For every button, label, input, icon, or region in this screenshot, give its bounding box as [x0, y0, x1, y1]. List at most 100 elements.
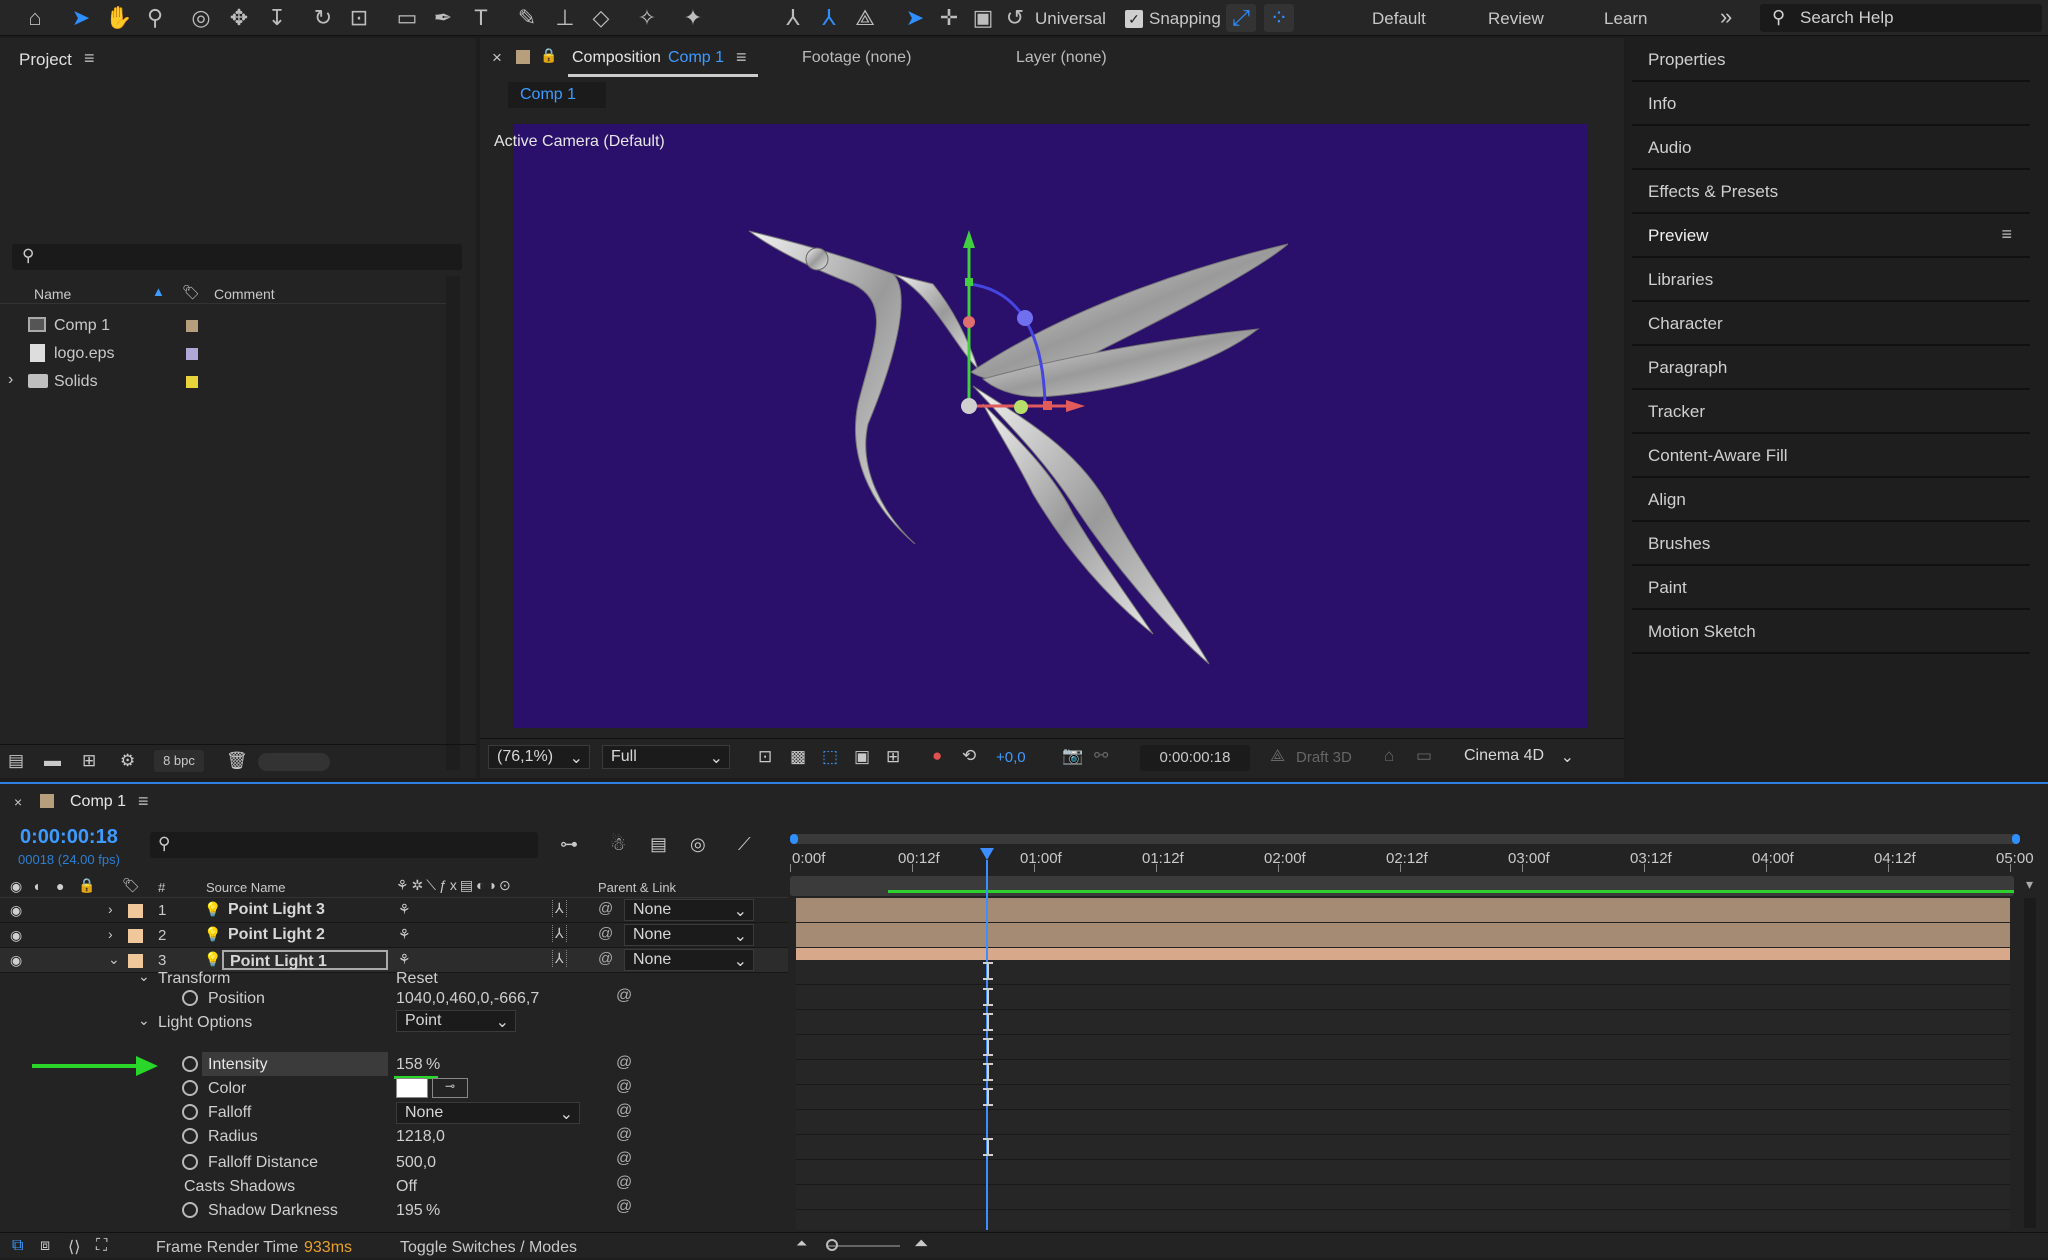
panel-audio[interactable]: Audio [1632, 126, 2030, 170]
stopwatch-icon[interactable] [182, 1056, 198, 1072]
transfer-controls-icon[interactable]: ⧈ [40, 1237, 50, 1255]
universal-scale-icon[interactable]: ▣ [968, 4, 998, 32]
bit-depth-button[interactable]: 8 bpc [154, 750, 204, 772]
project-item-logo[interactable]: logo.eps [0, 341, 470, 369]
panel-preview[interactable]: Preview ≡ [1632, 214, 2030, 258]
playhead-handle[interactable] [980, 848, 994, 860]
column-comment[interactable]: Comment [214, 286, 275, 302]
current-timecode[interactable]: 0:00:00:18 [20, 826, 118, 849]
orbit-tool-icon[interactable]: ◎ [186, 4, 216, 32]
extended-viewer-icon[interactable]: ▭ [1416, 746, 1432, 766]
project-item-solids[interactable]: › Solids [0, 369, 470, 397]
visibility-eye-icon[interactable]: ◉ [10, 952, 22, 969]
parent-dropdown[interactable]: None ⌄ [624, 924, 754, 946]
label-tag-icon[interactable]: 🏷 [122, 877, 140, 894]
light-options-group[interactable]: Light Options [158, 1014, 252, 1032]
new-folder-icon[interactable]: ▬ [44, 751, 61, 771]
transform-reset-link[interactable]: Reset [396, 970, 438, 988]
panel-paragraph[interactable]: Paragraph [1632, 346, 2030, 390]
3d-layer-icon[interactable]: ⅄ [552, 925, 567, 942]
close-tab-button[interactable]: × [492, 48, 502, 68]
anchor-tool-icon[interactable]: ⊡ [344, 4, 374, 32]
project-search-input[interactable]: ⚲ [12, 244, 462, 270]
pick-whip-icon[interactable]: @ [598, 950, 613, 967]
selection-tool-icon[interactable]: ➤ [66, 4, 96, 32]
panel-character[interactable]: Character [1632, 302, 2030, 346]
visibility-eye-icon[interactable]: ◉ [10, 927, 22, 944]
snapping-checkbox[interactable]: ✓ [1125, 10, 1143, 28]
column-source-name[interactable]: Source Name [206, 880, 285, 895]
layer-timebar[interactable] [796, 923, 2010, 947]
magnification-dropdown[interactable]: (76,1%) ⌄ [488, 745, 590, 769]
viewer-timecode[interactable]: 0:00:00:18 [1140, 745, 1250, 771]
column-parent-link[interactable]: Parent & Link [598, 880, 676, 895]
layer-tab[interactable]: Layer (none) [1016, 49, 1107, 67]
mask-visibility-icon[interactable]: ⬚ [822, 747, 838, 767]
radius-value[interactable]: 1218,0 [396, 1128, 445, 1146]
interpret-footage-icon[interactable]: ▤ [8, 751, 24, 771]
close-tab-button[interactable]: × [14, 794, 22, 810]
universal-rotate-icon[interactable]: ↺ [1000, 4, 1030, 32]
parent-dropdown[interactable]: None ⌄ [624, 949, 754, 971]
layer-timebar[interactable] [796, 898, 2010, 922]
view-axis-icon[interactable]: ⟁ [850, 4, 880, 32]
shy-switch-icon[interactable]: ⚘ [398, 901, 411, 918]
project-scrollbar[interactable] [446, 276, 460, 770]
lock-icon[interactable]: 🔒 [540, 47, 557, 64]
timeline-search-input[interactable]: ⚲ [150, 832, 538, 858]
panel-menu-icon[interactable]: ≡ [138, 791, 149, 812]
label-swatch[interactable] [186, 376, 198, 388]
stopwatch-icon[interactable] [182, 1080, 198, 1096]
snapshot-camera-icon[interactable]: 📷 [1062, 746, 1083, 766]
project-item-comp1[interactable]: Comp 1 ⛬ [0, 313, 470, 341]
thumbnail-slider[interactable] [258, 753, 330, 771]
label-swatch[interactable] [128, 904, 143, 918]
stopwatch-icon[interactable] [182, 1104, 198, 1120]
panel-brushes[interactable]: Brushes [1632, 522, 2030, 566]
snap-edges-icon[interactable]: ⤢ [1226, 4, 1256, 32]
stopwatch-icon[interactable] [182, 990, 198, 1006]
label-swatch[interactable] [186, 348, 198, 360]
chevron-down-icon[interactable]: ⌄ [108, 951, 120, 968]
work-area-end[interactable] [2012, 834, 2020, 844]
zoom-tool-icon[interactable]: ⚲ [140, 4, 170, 32]
in-out-icon[interactable]: ⟨⟩ [68, 1237, 80, 1257]
column-name[interactable]: Name [34, 286, 71, 302]
panel-motion-sketch[interactable]: Motion Sketch [1632, 610, 2030, 654]
work-area-start[interactable] [790, 834, 798, 844]
transparency-grid-icon[interactable]: ▩ [790, 747, 806, 767]
pan-tool-icon[interactable]: ✥ [224, 4, 254, 32]
transform-group[interactable]: Transform [158, 970, 230, 988]
keyframe-tracks[interactable] [796, 960, 2010, 1230]
panel-menu-icon[interactable]: ≡ [84, 48, 95, 69]
eyedropper-icon[interactable]: ⊸ [432, 1078, 468, 1098]
roto-brush-tool-icon[interactable]: ✧ [632, 4, 662, 32]
solo-icon[interactable]: ● [56, 878, 64, 894]
composition-tab-label[interactable]: Composition [572, 49, 661, 67]
zoom-in-icon[interactable]: ⏶ [914, 1233, 928, 1254]
shadow-darkness-value[interactable]: 195 [396, 1202, 423, 1220]
draft3d-icon[interactable]: ⟁ [1270, 746, 1285, 766]
keyframe-marker[interactable] [982, 988, 993, 1008]
panel-menu-icon[interactable]: ≡ [736, 47, 747, 68]
pick-whip-icon[interactable]: @ [616, 1102, 632, 1120]
show-snapshot-icon[interactable]: ⚯ [1094, 746, 1108, 766]
renderer-dropdown[interactable]: Cinema 4D ⌄ [1456, 745, 1580, 767]
panel-paint[interactable]: Paint [1632, 566, 2030, 610]
light-type-dropdown[interactable]: Point ⌄ [396, 1010, 516, 1032]
video-toggle-icon[interactable]: ◉ [10, 878, 22, 895]
falloff-dropdown[interactable]: None ⌄ [396, 1102, 580, 1124]
layer-row[interactable]: ◉ › 1 💡 Point Light 3 ⚘ ⅄ @ None ⌄ [0, 898, 788, 923]
chevron-right-icon[interactable]: › [108, 926, 113, 942]
color-channels-icon[interactable]: ● [932, 746, 942, 766]
intensity-value[interactable]: 158 [396, 1056, 423, 1074]
label-swatch[interactable] [128, 929, 143, 943]
parent-dropdown[interactable]: None ⌄ [624, 899, 754, 921]
graph-editor-icon[interactable]: ⟋ [738, 834, 751, 855]
keyframe-marker[interactable] [982, 1038, 993, 1058]
label-tag-icon[interactable]: 🏷 [182, 284, 200, 301]
keyframe-marker[interactable] [982, 1013, 993, 1033]
workspace-review[interactable]: Review [1488, 9, 1544, 29]
layer-switches-icon[interactable]: ⧉ [12, 1237, 23, 1255]
pick-whip-icon[interactable]: @ [616, 1126, 632, 1144]
